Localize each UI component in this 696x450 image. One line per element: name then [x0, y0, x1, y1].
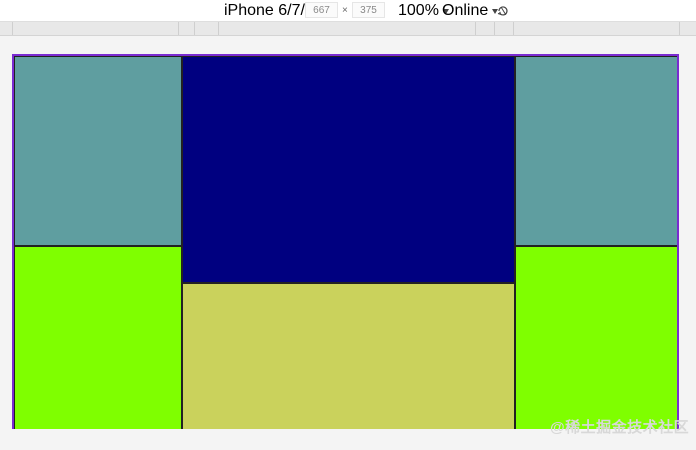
device-label: iPhone 6/7/8 [224, 2, 314, 19]
right-top-block [515, 56, 677, 246]
ruler-tick [679, 22, 680, 35]
ruler-tick [494, 22, 495, 35]
center-top-block [182, 56, 515, 283]
horizontal-ruler [0, 22, 696, 36]
watermark: @稀土掘金技术社区 [550, 419, 690, 436]
ruler-tick [12, 22, 13, 35]
network-label: Online [442, 2, 489, 19]
ruler-tick [513, 22, 514, 35]
width-input[interactable]: 667 [305, 2, 338, 18]
left-top-block [14, 56, 182, 246]
ruler-tick [475, 22, 476, 35]
ruler-tick [218, 22, 219, 35]
right-bottom-block [515, 246, 677, 429]
ruler-tick [178, 22, 179, 35]
rotate-icon [497, 6, 508, 16]
left-bottom-block [14, 246, 182, 429]
device-toolbar: iPhone 6/7/8 667 × 375 100% Online [0, 0, 696, 22]
network-select[interactable]: Online [442, 0, 499, 22]
center-bottom-block [182, 283, 515, 429]
ruler-tick [194, 22, 195, 35]
height-input[interactable]: 375 [352, 2, 385, 18]
dimension-separator: × [342, 4, 348, 16]
zoom-label: 100% [398, 2, 439, 19]
viewport-page [12, 54, 679, 429]
rotate-button[interactable] [496, 4, 510, 18]
